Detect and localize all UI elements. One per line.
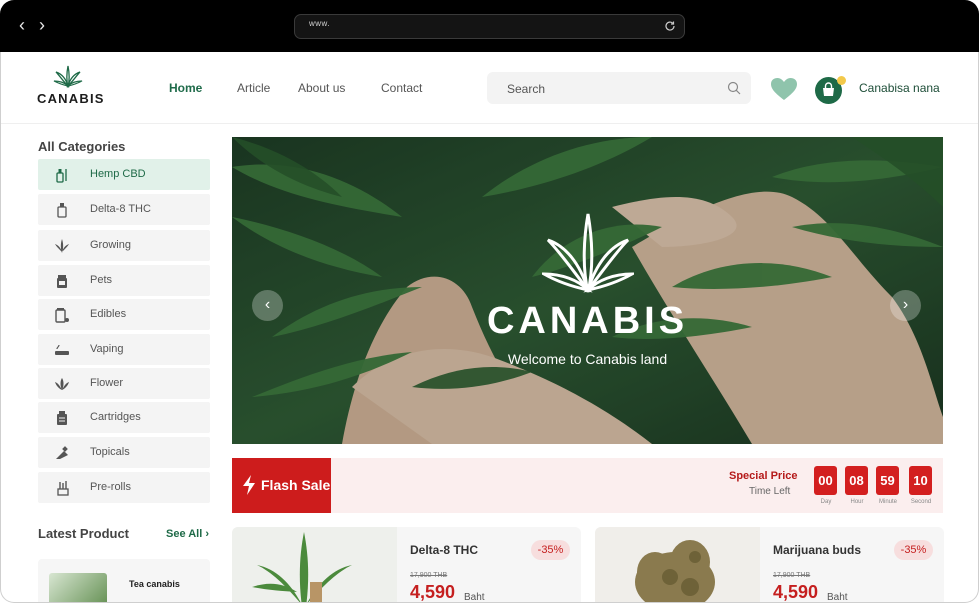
- nav-about-us[interactable]: About us: [298, 81, 345, 95]
- chevron-left-icon: ‹: [264, 296, 271, 313]
- discount-badge: -35%: [531, 540, 570, 560]
- cart-badge: [837, 76, 846, 85]
- chevron-right-icon: ›: [902, 296, 909, 313]
- categories-title: All Categories: [38, 139, 126, 154]
- nav-contact[interactable]: Contact: [381, 81, 422, 95]
- latest-product-card[interactable]: Tea canabis: [38, 559, 210, 602]
- category-label: Hemp CBD: [90, 168, 146, 180]
- jar-icon: [57, 275, 67, 288]
- category-label: Edibles: [90, 308, 127, 320]
- pre-roll-icon: [57, 481, 69, 496]
- product-card[interactable]: Marijuana buds -35% 17,900 THB 4,590 Bah…: [595, 527, 944, 603]
- category-cartridges[interactable]: Cartridges: [38, 402, 210, 433]
- web-page: CANABIS Home Article About us Contact Se…: [0, 52, 979, 603]
- back-arrow-icon[interactable]: ‹: [15, 15, 29, 35]
- old-price: 17,900 THB: [410, 572, 448, 579]
- category-edibles[interactable]: Edibles: [38, 299, 210, 330]
- category-label: Flower: [90, 377, 124, 389]
- flash-sale-tag[interactable]: Flash Sale: [232, 458, 331, 513]
- countdown-minutes: 59: [876, 466, 899, 495]
- category-label: Topicals: [90, 446, 130, 458]
- forward-arrow-icon[interactable]: ›: [35, 15, 49, 35]
- product-price: 4,590: [410, 582, 456, 602]
- bottle-icon: [56, 169, 67, 183]
- leaf-icon: [55, 239, 69, 253]
- hero-subtitle: Welcome to Canabis land: [507, 351, 668, 367]
- hero-banner: CANABIS Welcome to Canabis land ‹ ›: [232, 137, 943, 444]
- countdown-hours-label: Hour: [850, 499, 864, 505]
- cartridge-icon: [57, 411, 67, 425]
- product-card[interactable]: Delta-8 THC -35% 17,900 THB 4,590 Baht: [232, 527, 581, 603]
- product-name: Delta-8 THC: [410, 543, 479, 557]
- category-growing[interactable]: Growing: [38, 230, 210, 261]
- reload-icon[interactable]: [664, 20, 676, 32]
- category-pets[interactable]: Pets: [38, 265, 210, 296]
- category-label: Growing: [90, 239, 131, 251]
- vape-icon: [55, 344, 69, 355]
- carousel-next-button[interactable]: ›: [890, 290, 921, 321]
- search-input[interactable]: Search: [487, 72, 751, 104]
- search-icon[interactable]: [727, 81, 741, 95]
- see-all-link[interactable]: See All ›: [166, 528, 209, 540]
- nav-home[interactable]: Home: [169, 81, 202, 95]
- product-price: 4,590: [773, 582, 819, 602]
- countdown-minutes-label: Minute: [878, 499, 897, 505]
- pill-jar-icon: [55, 308, 69, 323]
- category-label: Pre-rolls: [90, 481, 131, 493]
- flash-sale-bar: Flash Sale Special Price Time Left 00 Da…: [232, 458, 943, 513]
- special-price-label: Special Price: [729, 470, 798, 482]
- user-name[interactable]: Canabisa nana: [859, 81, 940, 95]
- product-image: [232, 527, 397, 602]
- product-image: [595, 527, 760, 602]
- category-label: Cartridges: [90, 411, 141, 423]
- cannabis-leaf-icon: [542, 213, 634, 293]
- vial-icon: [57, 203, 67, 218]
- chevron-right-icon: ›: [205, 528, 210, 540]
- cannabis-leaf-logo-icon: [53, 65, 83, 89]
- countdown-days-label: Day: [820, 499, 832, 505]
- address-bar[interactable]: www.: [294, 14, 685, 39]
- category-delta-8-thc[interactable]: Delta-8 THC: [38, 194, 210, 225]
- site-logo[interactable]: CANABIS: [37, 65, 103, 106]
- lightning-icon: [243, 475, 255, 495]
- category-flower[interactable]: Flower: [38, 368, 210, 399]
- flower-icon: [55, 378, 69, 390]
- category-label: Delta-8 THC: [90, 203, 151, 215]
- latest-product-name: Tea canabis: [129, 579, 180, 589]
- logo-text: CANABIS: [37, 91, 105, 106]
- category-pre-rolls[interactable]: Pre-rolls: [38, 472, 210, 503]
- url-text: www.: [309, 19, 331, 28]
- old-price: 17,900 THB: [773, 572, 811, 579]
- product-name: Marijuana buds: [773, 543, 862, 557]
- see-all-label: See All: [166, 528, 203, 540]
- countdown-seconds-label: Second: [910, 499, 932, 505]
- time-left-label: Time Left: [749, 486, 791, 497]
- category-label: Vaping: [90, 343, 124, 355]
- category-hemp-cbd[interactable]: Hemp CBD: [38, 159, 210, 190]
- hero-title: CANABIS: [486, 300, 689, 342]
- flash-sale-label: Flash Sale: [261, 477, 331, 493]
- search-placeholder: Search: [507, 82, 546, 96]
- heart-icon[interactable]: [771, 78, 797, 101]
- product-thumbnail: [49, 573, 107, 602]
- tube-icon: [56, 446, 68, 459]
- countdown-seconds: 10: [909, 466, 932, 495]
- browser-toolbar: ‹ › www.: [0, 0, 979, 52]
- countdown-days: 00: [814, 466, 837, 495]
- currency-label: Baht: [464, 592, 485, 603]
- category-vaping[interactable]: Vaping: [38, 334, 210, 365]
- discount-badge: -35%: [894, 540, 933, 560]
- countdown-hours: 08: [845, 466, 868, 495]
- nav-article[interactable]: Article: [237, 81, 270, 95]
- category-topicals[interactable]: Topicals: [38, 437, 210, 468]
- currency-label: Baht: [827, 592, 848, 603]
- carousel-prev-button[interactable]: ‹: [252, 290, 283, 321]
- latest-product-title: Latest Product: [38, 526, 130, 541]
- site-header: CANABIS Home Article About us Contact Se…: [1, 52, 978, 124]
- category-label: Pets: [90, 274, 113, 286]
